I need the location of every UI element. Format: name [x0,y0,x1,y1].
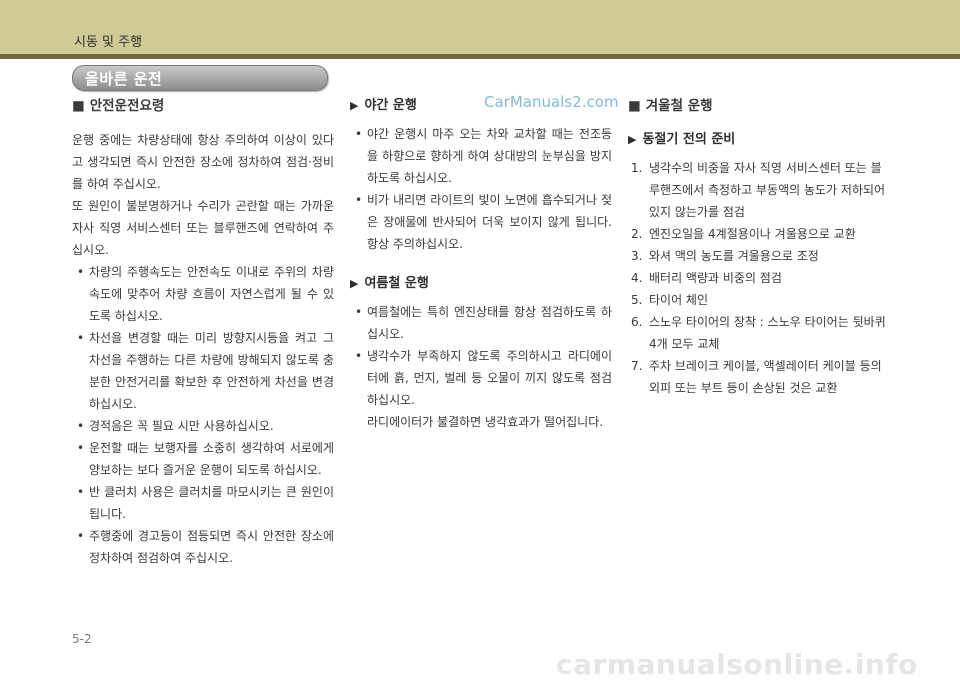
list-item: 운전할 때는 보행자를 소중히 생각하여 서로에게 양보하는 보다 즐거운 운행… [72,437,334,481]
item-number: 6. [631,315,643,329]
item-text: 주차 브레이크 케이블, 액셀레이터 케이블 등의 외피 또는 부트 등이 손상… [649,359,882,395]
heading-summer-driving: 여름철 운행 [350,273,612,295]
item-text: 냉각수의 비중을 자사 직영 서비스센터 또는 블루핸즈에서 측정하고 부동액의… [649,161,886,219]
list-item: 5. 타이어 체인 [628,289,890,311]
winter-prep-list: 1. 냉각수의 비중을 자사 직영 서비스센터 또는 블루핸즈에서 측정하고 부동… [628,157,890,399]
list-item: 7. 주차 브레이크 케이블, 액셀레이터 케이블 등의 외피 또는 부트 등이 … [628,355,890,399]
list-item: 1. 냉각수의 비중을 자사 직영 서비스센터 또는 블루핸즈에서 측정하고 부동… [628,157,890,223]
list-item: 3. 와셔 액의 농도를 겨울용으로 조정 [628,245,890,267]
item-number: 1. [631,161,643,175]
footer-site-watermark: carmanualsonline.info [556,648,918,681]
column-night-summer: 야간 운행 야간 운행시 마주 오는 차와 교차할 때는 전조등을 하향으로 향… [350,95,612,433]
subheading-winter-prep: 동절기 전의 준비 [628,129,890,151]
heading-safe-driving: 안전운전요령 [72,95,334,117]
item-text: 배터리 액량과 비중의 점검 [649,271,782,285]
page-header: 시동 및 주행 [0,0,960,54]
item-number: 5. [631,293,643,307]
list-item-note: 라디에이터가 불결하면 냉각효과가 떨어집니다. [367,415,604,429]
list-item: 야간 운행시 마주 오는 차와 교차할 때는 전조등을 하향으로 향하게 하여 … [350,123,612,189]
item-text: 타이어 체인 [649,293,709,307]
section-title: 올바른 운전 [85,70,163,88]
item-text: 엔진오일을 4계절용이나 겨울용으로 교환 [649,227,856,241]
chapter-title: 시동 및 주행 [74,35,143,50]
column-safe-driving: 안전운전요령 운행 중에는 차량상태에 항상 주의하여 이상이 있다고 생각되면… [72,95,334,569]
item-number: 4. [631,271,643,285]
item-number: 7. [631,359,643,373]
list-item: 차선을 변경할 때는 미리 방향지시등을 켜고 그 차선을 주행하는 다른 차량… [72,327,334,415]
item-number: 3. [631,249,643,263]
header-divider [0,54,960,59]
item-text: 스노우 타이어의 장착 : 스노우 타이어는 뒷바퀴 4개 모두 교체 [649,315,886,351]
list-item: 냉각수가 부족하지 않도록 주의하시고 라디에이터에 흙, 먼지, 벌레 등 오… [350,345,612,433]
list-item: 차량의 주행속도는 안전속도 이내로 주위의 차량 속도에 맞추어 차량 흐름이… [72,261,334,327]
list-item: 주행중에 경고등이 점등되면 즉시 안전한 장소에 정차하여 점검하여 주십시오… [72,525,334,569]
night-driving-list: 야간 운행시 마주 오는 차와 교차할 때는 전조등을 하향으로 향하게 하여 … [350,123,612,255]
paragraph-intro: 운행 중에는 차량상태에 항상 주의하여 이상이 있다고 생각되면 즉시 안전한… [72,133,334,191]
list-item: 6. 스노우 타이어의 장착 : 스노우 타이어는 뒷바퀴 4개 모두 교체 [628,311,890,355]
list-item: 2. 엔진오일을 4계절용이나 겨울용으로 교환 [628,223,890,245]
list-item-text: 냉각수가 부족하지 않도록 주의하시고 라디에이터에 흙, 먼지, 벌레 등 오… [367,349,612,407]
item-text: 와셔 액의 농도를 겨울용으로 조정 [649,249,819,263]
list-item: 비가 내리면 라이트의 빛이 노면에 흡수되거나 젖은 장애물에 반사되어 더욱… [350,189,612,255]
column-winter: 겨울철 운행 동절기 전의 준비 1. 냉각수의 비중을 자사 직영 서비스센터 … [628,95,890,399]
section-title-pill: 올바른 운전 [72,65,328,91]
item-number: 2. [631,227,643,241]
list-item: 4. 배터리 액량과 비중의 점검 [628,267,890,289]
safe-driving-list: 차량의 주행속도는 안전속도 이내로 주위의 차량 속도에 맞추어 차량 흐름이… [72,261,334,569]
page-number: 5-2 [72,632,92,646]
heading-winter-driving: 겨울철 운행 [628,95,890,117]
list-item: 여름철에는 특히 엔진상태를 항상 점검하도록 하십시오. [350,301,612,345]
summer-driving-list: 여름철에는 특히 엔진상태를 항상 점검하도록 하십시오. 냉각수가 부족하지 … [350,301,612,433]
paragraph-contact: 또 원인이 불분명하거나 수리가 곤란할 때는 가까운 자사 직영 서비스센터 … [72,199,334,257]
heading-night-driving: 야간 운행 [350,95,612,117]
list-item: 경적음은 꼭 필요 시만 사용하십시오. [72,415,334,437]
list-item: 반 클러치 사용은 클러치를 마모시키는 큰 원인이 됩니다. [72,481,334,525]
